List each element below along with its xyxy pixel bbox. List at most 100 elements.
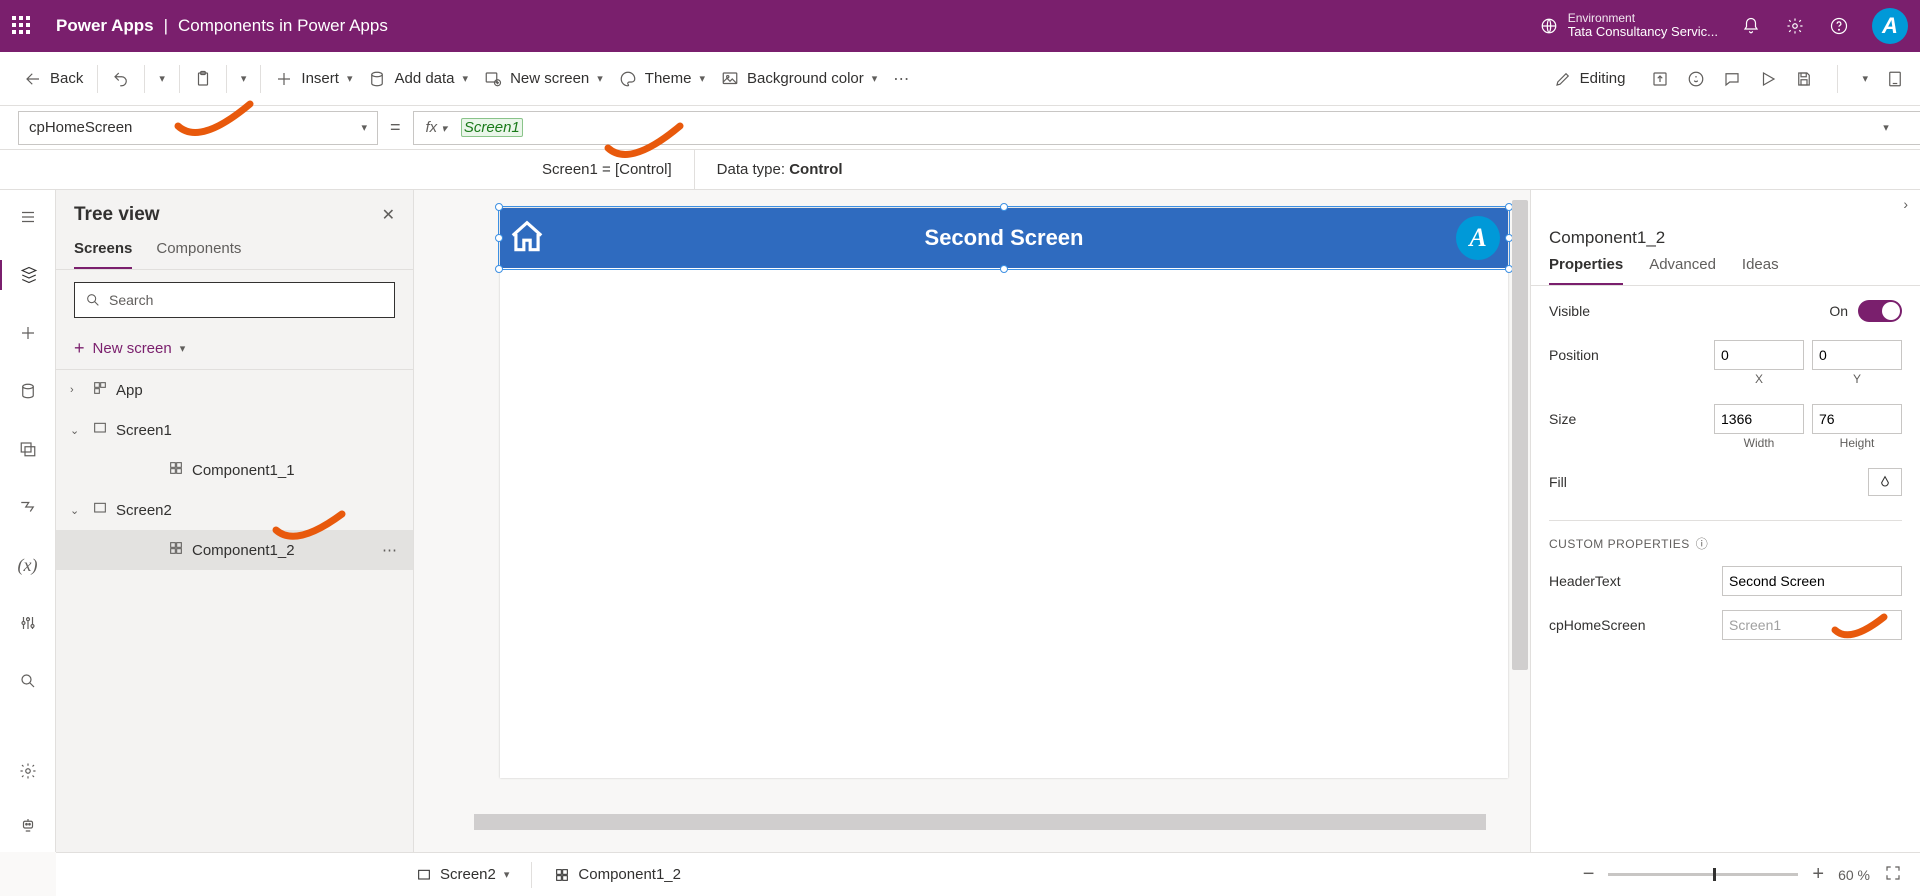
preview-icon[interactable] bbox=[1759, 70, 1777, 88]
settings-icon[interactable] bbox=[1784, 15, 1806, 37]
chevron-down-icon: ▾ bbox=[699, 72, 705, 85]
environment-icon bbox=[1540, 17, 1558, 35]
publish-icon[interactable] bbox=[1886, 70, 1904, 88]
property-selector[interactable]: cpHomeScreen ▾ bbox=[18, 111, 378, 145]
tree-item-component1-2[interactable]: Component1_2 ⋯ bbox=[56, 530, 413, 570]
component-header[interactable]: Second Screen A bbox=[500, 208, 1508, 268]
fill-color-picker[interactable] bbox=[1868, 468, 1902, 496]
zoom-out-button[interactable]: − bbox=[1583, 863, 1595, 886]
rail-insert-icon[interactable] bbox=[0, 318, 55, 348]
more-icon[interactable]: ⋯ bbox=[382, 541, 399, 559]
prop-visible-label: Visible bbox=[1549, 303, 1590, 319]
size-height-input[interactable] bbox=[1812, 404, 1902, 434]
search-input[interactable]: Search bbox=[74, 282, 395, 318]
info-icon[interactable]: ⓘ bbox=[1696, 535, 1709, 552]
visible-toggle[interactable] bbox=[1858, 300, 1902, 322]
tab-components[interactable]: Components bbox=[156, 240, 241, 269]
tree-item-component1-1[interactable]: Component1_1 bbox=[56, 450, 413, 490]
rail-search-icon[interactable] bbox=[0, 666, 55, 696]
rail-hamburger[interactable] bbox=[0, 202, 55, 232]
rail-data-icon[interactable] bbox=[0, 376, 55, 406]
headertext-input[interactable] bbox=[1722, 566, 1902, 596]
tab-ideas[interactable]: Ideas bbox=[1742, 256, 1779, 285]
help-icon[interactable] bbox=[1828, 15, 1850, 37]
design-canvas[interactable]: Second Screen A bbox=[500, 208, 1508, 778]
status-screen[interactable]: Screen2 ▾ bbox=[416, 866, 509, 883]
vertical-scrollbar[interactable] bbox=[1512, 200, 1528, 812]
position-x-input[interactable] bbox=[1714, 340, 1804, 370]
rail-virtual-agent-icon[interactable] bbox=[19, 810, 37, 840]
rail-settings-icon[interactable] bbox=[19, 756, 37, 786]
tree-view-panel: Tree view ✕ Screens Components Search + … bbox=[56, 190, 414, 852]
back-button[interactable]: Back bbox=[16, 64, 91, 94]
tab-properties[interactable]: Properties bbox=[1549, 256, 1623, 285]
chevron-down-icon: ▾ bbox=[361, 121, 367, 134]
new-screen-button[interactable]: New screen ▾ bbox=[476, 64, 611, 94]
formula-expand[interactable]: ▾ bbox=[1864, 121, 1908, 134]
cphomescreen-input[interactable] bbox=[1722, 610, 1902, 640]
editing-mode[interactable]: Editing bbox=[1546, 64, 1634, 94]
tree-item-screen2[interactable]: ⌄ Screen2 bbox=[56, 490, 413, 530]
chevron-down-icon: ▾ bbox=[347, 72, 353, 85]
rail-tree-icon[interactable] bbox=[0, 260, 55, 290]
horizontal-scrollbar[interactable] bbox=[474, 814, 1510, 830]
close-icon[interactable]: ✕ bbox=[382, 205, 395, 225]
app-launcher-icon[interactable] bbox=[12, 16, 32, 36]
search-placeholder: Search bbox=[109, 292, 153, 308]
pencil-icon bbox=[1554, 70, 1572, 88]
new-screen-button[interactable]: + New screen ▾ bbox=[56, 330, 413, 370]
share-icon[interactable] bbox=[1651, 70, 1669, 88]
checker-icon[interactable] bbox=[1687, 70, 1705, 88]
screen-icon bbox=[92, 500, 108, 520]
zoom-slider[interactable] bbox=[1608, 873, 1798, 876]
bg-color-button[interactable]: Background color ▾ bbox=[713, 64, 885, 94]
header-logo: A bbox=[1456, 216, 1500, 260]
app-title: Power Apps|Components in Power Apps bbox=[56, 16, 388, 36]
comments-icon[interactable] bbox=[1723, 70, 1741, 88]
component-icon bbox=[554, 867, 570, 883]
caret-right-icon: › bbox=[70, 384, 84, 396]
label-width: Width bbox=[1714, 436, 1804, 450]
data-type-value: Control bbox=[789, 161, 842, 178]
tree-item-app[interactable]: › App bbox=[56, 370, 413, 410]
status-selection[interactable]: Component1_2 bbox=[554, 866, 681, 883]
tab-advanced[interactable]: Advanced bbox=[1649, 256, 1716, 285]
paste-button[interactable] bbox=[186, 64, 220, 94]
theme-button[interactable]: Theme ▾ bbox=[611, 64, 713, 94]
prop-headertext-label: HeaderText bbox=[1549, 573, 1621, 589]
undo-button[interactable] bbox=[104, 64, 138, 94]
app-icon bbox=[92, 380, 108, 400]
insert-button[interactable]: Insert ▾ bbox=[267, 64, 360, 94]
fit-screen-icon[interactable] bbox=[1884, 864, 1902, 885]
formula-input[interactable]: fx ▾ Screen1 ▾ bbox=[413, 111, 1920, 145]
rail-flows-icon[interactable] bbox=[0, 492, 55, 522]
equals-label: = bbox=[390, 117, 401, 138]
notifications-icon[interactable] bbox=[1740, 15, 1762, 37]
left-rail: (x) bbox=[0, 190, 56, 852]
canvas-area[interactable]: › Second Screen A bbox=[414, 190, 1530, 852]
rail-variables-icon[interactable]: (x) bbox=[0, 550, 55, 580]
undo-icon bbox=[112, 70, 130, 88]
tree-item-screen1[interactable]: ⌄ Screen1 bbox=[56, 410, 413, 450]
zoom-in-button[interactable]: + bbox=[1812, 863, 1824, 886]
user-avatar[interactable]: A bbox=[1872, 8, 1908, 44]
undo-dropdown[interactable]: ▾ bbox=[151, 66, 173, 91]
home-icon[interactable] bbox=[508, 218, 546, 259]
image-icon bbox=[721, 70, 739, 88]
environment-picker[interactable]: Environment Tata Consultancy Servic... bbox=[1540, 12, 1718, 39]
paste-dropdown[interactable]: ▾ bbox=[233, 66, 255, 91]
rail-tools-icon[interactable] bbox=[0, 608, 55, 638]
save-dropdown[interactable]: ▾ bbox=[1862, 72, 1868, 85]
position-y-input[interactable] bbox=[1812, 340, 1902, 370]
overflow-button[interactable]: ⋯ bbox=[885, 63, 917, 95]
add-data-button[interactable]: Add data ▾ bbox=[360, 64, 476, 94]
chevron-down-icon: ▾ bbox=[463, 72, 469, 85]
chevron-down-icon: ▾ bbox=[504, 868, 510, 881]
rail-media-icon[interactable] bbox=[0, 434, 55, 464]
size-width-input[interactable] bbox=[1714, 404, 1804, 434]
panel-next-icon[interactable]: › bbox=[1903, 196, 1908, 212]
component-icon bbox=[168, 540, 184, 560]
tab-screens[interactable]: Screens bbox=[74, 240, 132, 269]
save-icon[interactable] bbox=[1795, 70, 1813, 88]
data-icon bbox=[368, 70, 386, 88]
